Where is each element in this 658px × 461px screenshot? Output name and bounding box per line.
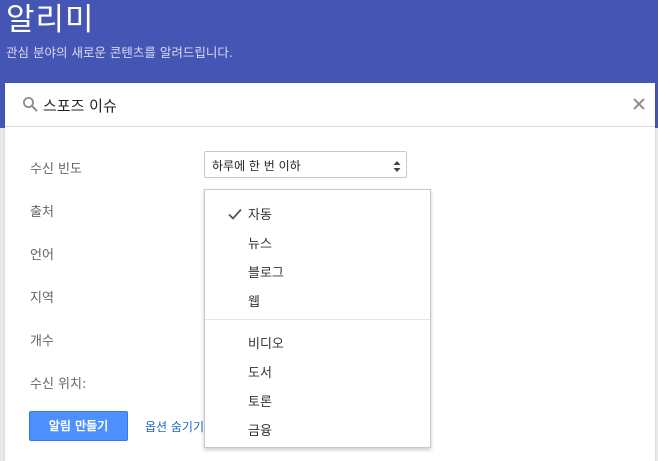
- dropdown-item-label: 블로그: [248, 266, 284, 281]
- dropdown-item-label: 비디오: [248, 337, 284, 352]
- select-arrows-icon: [393, 158, 401, 172]
- search-box[interactable]: 스포즈 이슈: [5, 83, 655, 126]
- page-subtitle: 관심 분야의 새로운 콘텐츠를 알려드립니다.: [6, 45, 233, 60]
- count-label: 개수: [30, 334, 54, 349]
- source-label: 출처: [30, 205, 54, 220]
- dropdown-item-finance[interactable]: 금융: [205, 415, 430, 441]
- hide-options-link[interactable]: 옵션 숨기기: [145, 418, 204, 435]
- dropdown-item-blog[interactable]: 블로그: [205, 257, 430, 283]
- dropdown-divider: [205, 319, 430, 320]
- dropdown-item-auto[interactable]: 자동: [205, 199, 430, 225]
- dropdown-item-label: 도서: [248, 366, 272, 381]
- dropdown-item-label: 토론: [248, 395, 272, 410]
- source-dropdown-menu: 자동 뉴스 블로그 웹 비디오 도서 토론 금융: [204, 189, 431, 448]
- region-label: 지역: [30, 291, 54, 306]
- dropdown-item-label: 뉴스: [248, 237, 272, 252]
- dropdown-item-label: 웹: [248, 295, 260, 310]
- dropdown-item-label: 자동: [248, 208, 272, 223]
- close-icon[interactable]: [631, 96, 647, 112]
- dropdown-item-news[interactable]: 뉴스: [205, 228, 430, 254]
- frequency-select[interactable]: 하루에 한 번 이하: [204, 151, 407, 178]
- deliver-to-label: 수신 위치:: [30, 377, 87, 392]
- search-icon: [22, 96, 38, 112]
- frequency-label: 수신 빈도: [30, 162, 82, 177]
- dropdown-item-books[interactable]: 도서: [205, 357, 430, 383]
- language-label: 언어: [30, 248, 54, 263]
- create-alert-button[interactable]: 알림 만들기: [29, 411, 128, 441]
- dropdown-item-label: 금융: [248, 424, 272, 439]
- check-icon: [228, 205, 242, 220]
- dropdown-item-discussions[interactable]: 토론: [205, 386, 430, 412]
- dropdown-item-web[interactable]: 웹: [205, 286, 430, 312]
- dropdown-item-video[interactable]: 비디오: [205, 328, 430, 354]
- search-input[interactable]: 스포즈 이슈: [43, 95, 117, 116]
- page-title: 알리미: [6, 2, 95, 38]
- frequency-select-value: 하루에 한 번 이하: [212, 159, 301, 173]
